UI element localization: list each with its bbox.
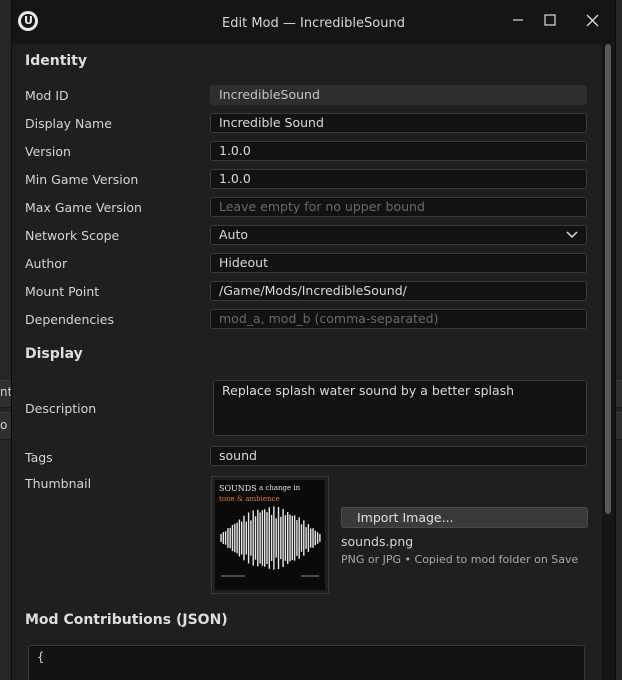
background-label-2: o: [0, 418, 8, 432]
author-label: Author: [25, 256, 68, 271]
logo-glyph: U: [24, 14, 33, 27]
contributions-json-editor[interactable]: {: [28, 645, 585, 680]
close-button[interactable]: [577, 8, 607, 32]
mount-point-label: Mount Point: [25, 284, 100, 299]
network-scope-select[interactable]: Auto: [210, 225, 587, 245]
mount-point-input[interactable]: /Game/Mods/IncredibleSound/: [210, 281, 587, 301]
dialog-content[interactable]: Identity Mod ID IncredibleSound Display …: [12, 44, 602, 680]
waveform-graphic: [220, 506, 321, 577]
mod-id-field: IncredibleSound: [210, 85, 587, 105]
dependencies-input[interactable]: mod_a, mod_b (comma-separated): [210, 309, 587, 329]
display-heading: Display: [25, 346, 83, 362]
max-game-version-label: Max Game Version: [25, 200, 142, 215]
import-image-button[interactable]: Import Image...: [341, 507, 588, 528]
thumbnail-file-hint: PNG or JPG • Copied to mod folder on Sav…: [341, 553, 579, 566]
min-game-version-label: Min Game Version: [25, 172, 139, 187]
network-scope-label: Network Scope: [25, 228, 120, 243]
mod-id-label: Mod ID: [25, 88, 69, 103]
description-label: Description: [25, 401, 97, 416]
dependencies-label: Dependencies: [25, 312, 114, 327]
thumbnail-preview: SOUNDS a change in tone & ambience: [211, 476, 329, 594]
network-scope-value: Auto: [219, 227, 249, 242]
scrollbar-thumb[interactable]: [605, 44, 611, 514]
max-game-version-input[interactable]: Leave empty for no upper bound: [210, 197, 587, 217]
display-name-label: Display Name: [25, 116, 112, 131]
title-bar[interactable]: U Edit Mod — IncredibleSound: [12, 0, 615, 44]
display-name-input[interactable]: Incredible Sound: [210, 113, 587, 133]
close-icon: [586, 14, 598, 26]
maximize-icon: [544, 14, 556, 26]
edit-mod-dialog: U Edit Mod — IncredibleSound Identity Mo…: [11, 0, 616, 680]
tags-input[interactable]: sound: [210, 446, 587, 466]
tags-label: Tags: [25, 450, 53, 465]
scrollbar[interactable]: [602, 44, 615, 680]
minimize-icon: [513, 19, 523, 21]
identity-heading: Identity: [25, 53, 88, 69]
chevron-down-icon: [566, 231, 578, 239]
contributions-heading: Mod Contributions (JSON): [25, 612, 228, 628]
description-textarea[interactable]: Replace splash water sound by a better s…: [213, 380, 587, 436]
minimize-button[interactable]: [503, 8, 533, 32]
version-label: Version: [25, 144, 71, 159]
maximize-button[interactable]: [535, 8, 565, 32]
version-input[interactable]: 1.0.0: [210, 141, 587, 161]
thumbnail-file-name: sounds.png: [341, 534, 414, 549]
author-input[interactable]: Hideout: [210, 253, 587, 273]
thumbnail-label: Thumbnail: [25, 476, 92, 491]
thumbnail-image: SOUNDS a change in tone & ambience: [215, 480, 325, 590]
min-game-version-input[interactable]: 1.0.0: [210, 169, 587, 189]
